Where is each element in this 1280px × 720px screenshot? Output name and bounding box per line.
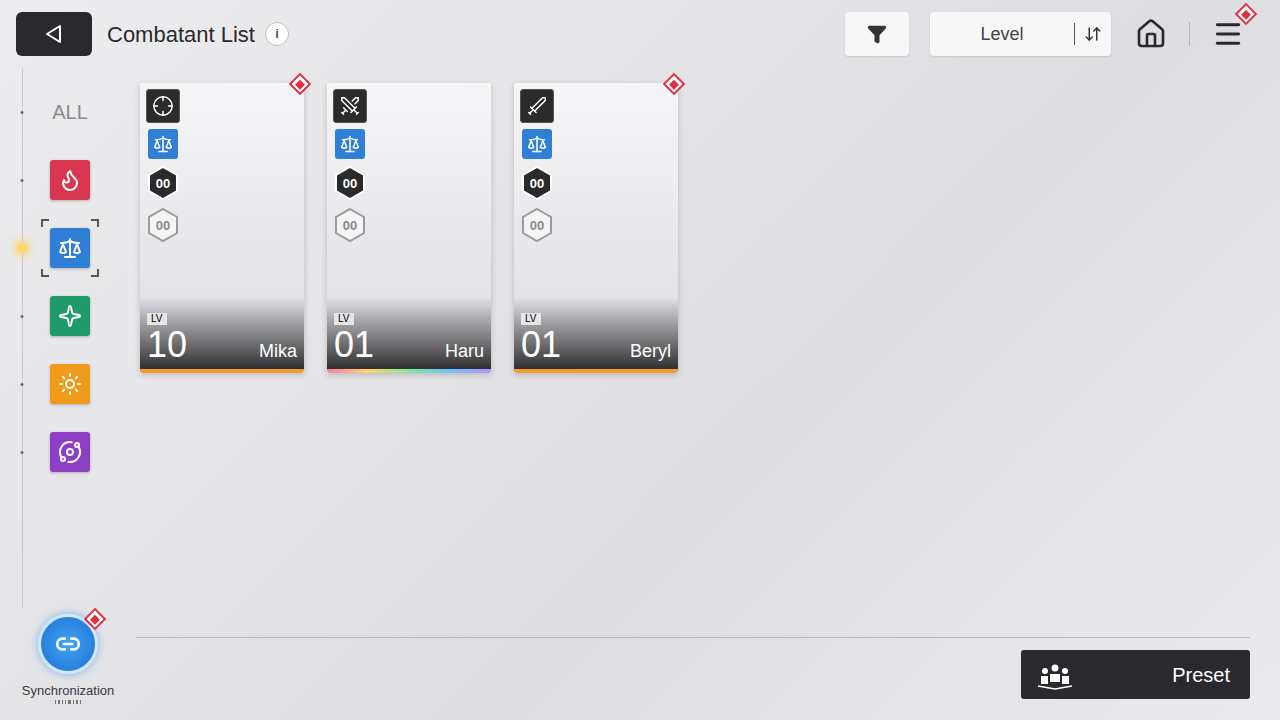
combatant-list-screen: Combatant ListiLevelALLSynchronization00… (0, 0, 1280, 720)
filter-icon (867, 24, 887, 44)
hex-badge: 00 (520, 165, 554, 201)
hex-badge: 00 (333, 165, 367, 201)
hex-badge: 00 (146, 165, 180, 201)
class-filter-item[interactable] (23, 146, 136, 214)
sidebar: ALL Synchronization (0, 68, 136, 720)
class-icon (50, 296, 90, 336)
sort-dropdown[interactable]: Level (930, 12, 1111, 56)
preset-button[interactable]: Preset (1021, 650, 1250, 699)
back-button[interactable] (16, 12, 92, 56)
class-icon (50, 364, 90, 404)
class-icon (522, 129, 552, 159)
level-value: 01 (334, 327, 374, 363)
menu-button[interactable] (1212, 18, 1244, 50)
combatant-card[interactable]: 00 00 LV 01 Beryl (514, 83, 678, 373)
level-label: LV (147, 313, 167, 325)
class-icon (50, 160, 90, 200)
preset-icon (1035, 660, 1075, 690)
sync-icon (55, 631, 81, 657)
combatant-name: Haru (445, 342, 484, 363)
combatant-card[interactable]: 00 00 LV 10 Mika (140, 83, 304, 373)
level-value: 10 (147, 327, 187, 363)
synchronization-button[interactable]: Synchronization (0, 608, 136, 720)
class-filter-item[interactable] (23, 418, 136, 486)
class-filter-item[interactable] (23, 350, 136, 418)
class-filter-item[interactable] (23, 214, 136, 282)
sort-icon (1084, 25, 1102, 43)
rarity-frame (140, 369, 304, 373)
level-value: 01 (521, 327, 561, 363)
filter-button[interactable] (845, 12, 909, 56)
class-icon (50, 432, 90, 472)
portrait: 00 00 LV 01 Haru (327, 83, 491, 369)
hex-badge: 00 (333, 207, 367, 243)
notification-badge (84, 608, 107, 631)
barcode-decoration (55, 700, 81, 704)
combatant-card[interactable]: 00 00 LV 01 Haru (327, 83, 491, 373)
portrait: 00 00 LV 10 Mika (140, 83, 304, 369)
level-label: LV (521, 313, 541, 325)
portrait: 00 00 LV 01 Beryl (514, 83, 678, 369)
page-title: Combatant List (107, 18, 255, 51)
role-icon (146, 89, 180, 123)
class-icon (148, 129, 178, 159)
combatant-name: Beryl (630, 342, 671, 363)
rarity-frame (327, 369, 491, 373)
class-filter-item[interactable] (23, 282, 136, 350)
hex-badge: 00 (520, 207, 554, 243)
rarity-frame (514, 369, 678, 373)
class-icon (50, 228, 90, 268)
sort-order-button[interactable] (1075, 25, 1111, 43)
hex-badge: 00 (146, 207, 180, 243)
home-button[interactable] (1133, 16, 1169, 52)
notification-badge (1235, 3, 1258, 26)
top-bar: Combatant List i Level (0, 0, 1280, 68)
class-filter-item[interactable]: ALL (23, 78, 136, 146)
role-icon (520, 89, 554, 123)
menu-icon (1212, 18, 1244, 50)
card-grid: 00 00 LV 10 Mika 00 00 LV 01 Haru 00 00 LV 01 Beryl (136, 68, 1280, 637)
bottom-bar: Preset (136, 637, 1250, 720)
role-icon (333, 89, 367, 123)
combatant-name: Mika (259, 342, 297, 363)
back-arrow-icon (43, 23, 65, 45)
level-label: LV (334, 313, 354, 325)
info-button[interactable]: i (265, 22, 289, 46)
class-icon (335, 129, 365, 159)
home-icon (1135, 18, 1167, 50)
